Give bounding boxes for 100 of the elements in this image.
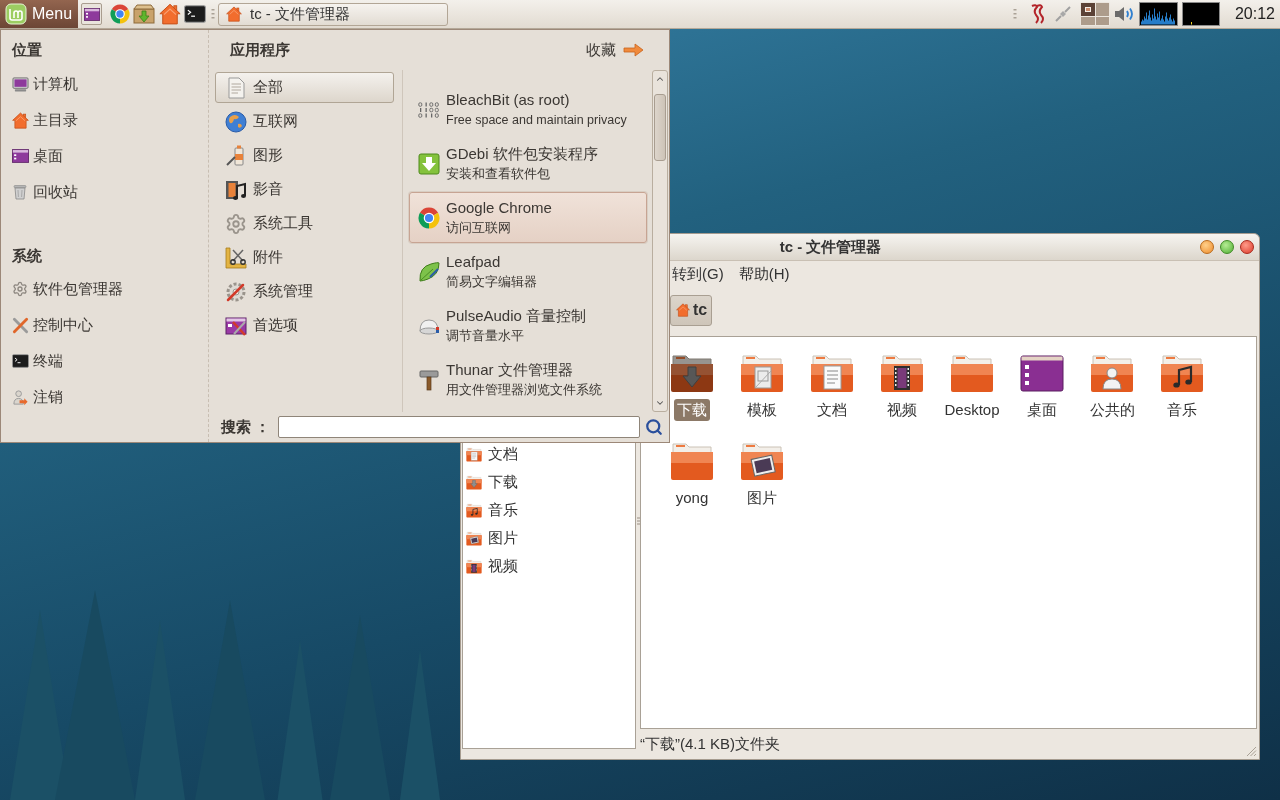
scroll-down-icon[interactable] [655, 398, 665, 408]
tools-icon[interactable] [11, 316, 29, 334]
window-icon[interactable] [11, 149, 29, 163]
maximize-button[interactable] [1220, 240, 1234, 254]
place-item[interactable]: 计算机 [12, 66, 208, 102]
file-label[interactable]: 图片 [744, 487, 780, 509]
network-load-graph[interactable] [1182, 2, 1220, 26]
home-icon [226, 6, 242, 22]
folder-icon[interactable] [670, 441, 714, 481]
section-heading: 系统 [12, 246, 43, 266]
section-heading: 位置 [12, 40, 43, 60]
window-icon [83, 7, 100, 21]
gear-icon [225, 212, 247, 235]
window-title: tc - 文件管理器 [778, 236, 883, 257]
resize-grip-icon[interactable] [1246, 746, 1257, 757]
splitter-grip-icon[interactable] [636, 517, 640, 525]
ruler-scissors-icon [225, 246, 247, 269]
search-field[interactable] [278, 416, 640, 438]
file-label[interactable]: 桌面 [1024, 399, 1060, 421]
drag-handle-icon [1013, 8, 1017, 20]
category-item[interactable]: 系统工具 [215, 208, 394, 239]
document-folder-icon [466, 446, 482, 462]
place-item[interactable]: 回收站 [12, 174, 208, 210]
home-icon[interactable] [159, 3, 181, 25]
package-icon[interactable] [133, 4, 155, 24]
place-item[interactable]: 注销 [12, 379, 208, 415]
template-folder-icon[interactable] [740, 353, 784, 393]
computer-icon[interactable] [11, 76, 29, 92]
place-item[interactable]: 桌面 [12, 138, 208, 174]
path-button[interactable]: tc [670, 294, 712, 326]
file-label[interactable]: Desktop [941, 399, 1003, 421]
menu-item[interactable]: 转到(G) [672, 263, 724, 286]
app-item[interactable]: Thunar 文件管理器 用文件管理器浏览文件系统 [409, 354, 647, 405]
app-item[interactable]: GDebi 软件包安装程序 安装和查看软件包 [409, 138, 647, 189]
app-item[interactable]: Google Chrome 访问互联网 [409, 192, 647, 243]
file-label[interactable]: 文档 [814, 399, 850, 421]
search-icon[interactable] [645, 418, 663, 436]
place-item[interactable]: 终端 [12, 343, 208, 379]
category-item[interactable]: 附件 [215, 242, 394, 273]
logout-icon[interactable] [11, 388, 29, 406]
person-folder-icon[interactable] [1090, 353, 1134, 393]
app-item[interactable]: PulseAudio 音量控制 调节音量水平 [409, 300, 647, 351]
browser-icon[interactable] [110, 4, 130, 24]
picture-folder-icon [466, 530, 482, 546]
menu-button[interactable]: Menu [0, 0, 78, 28]
scrollbar[interactable] [652, 70, 668, 412]
category-item[interactable]: 全部 [215, 72, 394, 103]
workspace-button[interactable] [1081, 3, 1095, 16]
category-item[interactable]: 首选项 [215, 310, 394, 341]
file-label[interactable]: 模板 [744, 399, 780, 421]
cpu-load-graph[interactable] [1139, 2, 1178, 26]
film-music-icon [225, 178, 247, 201]
gear-screwdriver-icon [225, 280, 247, 303]
brush-icon [225, 144, 247, 167]
file-label[interactable]: yong [672, 487, 712, 509]
download-folder-icon [466, 474, 482, 490]
file-label[interactable]: 音乐 [1164, 399, 1200, 421]
window-tile-icon[interactable] [1020, 353, 1064, 393]
scroll-up-icon[interactable] [655, 74, 665, 84]
leaf-icon [418, 260, 440, 283]
file-label[interactable]: 下载 [674, 399, 710, 421]
sidebar-item[interactable]: 音乐 [466, 496, 635, 524]
document-folder-icon[interactable] [810, 353, 854, 393]
sidebar-item[interactable]: 图片 [466, 524, 635, 552]
app-item[interactable]: Leafpad 简易文字编辑器 [409, 246, 647, 297]
film-folder-icon[interactable] [880, 353, 924, 393]
scrollbar-thumb[interactable] [654, 94, 666, 161]
terminal-icon[interactable] [11, 354, 29, 368]
show-desktop-button[interactable] [81, 3, 102, 25]
place-item[interactable]: 控制中心 [12, 307, 208, 343]
plug-icon[interactable] [1054, 5, 1072, 23]
window-thumbnail-icon [1084, 7, 1091, 12]
picture-folder-icon[interactable] [740, 441, 784, 481]
hammer-icon [418, 368, 440, 391]
trash-icon[interactable] [13, 184, 27, 200]
taskbar-button[interactable]: tc - 文件管理器 [218, 2, 448, 26]
favorites-button[interactable]: 收藏 [586, 38, 644, 62]
terminal-icon[interactable] [184, 5, 206, 23]
speaker-icon[interactable] [1113, 5, 1135, 23]
window-tools-icon [225, 314, 247, 337]
place-item[interactable]: 软件包管理器 [12, 271, 208, 307]
file-label[interactable]: 公共的 [1086, 399, 1138, 421]
category-item[interactable]: 影音 [215, 174, 394, 205]
sidebar-item[interactable]: 视频 [466, 552, 635, 580]
clock[interactable]: 20:12 [1220, 2, 1280, 26]
home-icon[interactable] [11, 111, 29, 129]
category-item[interactable]: 互联网 [215, 106, 394, 137]
file-label[interactable]: 视频 [884, 399, 920, 421]
music-folder-icon[interactable] [1160, 353, 1204, 393]
gear-icon[interactable] [12, 281, 28, 297]
sidebar-item[interactable]: 下载 [466, 468, 635, 496]
place-item[interactable]: 主目录 [12, 102, 208, 138]
minimize-button[interactable] [1200, 240, 1214, 254]
category-item[interactable]: 系统管理 [215, 276, 394, 307]
menu-item[interactable]: 帮助(H) [738, 263, 790, 286]
download-folder-icon[interactable] [670, 353, 714, 393]
folder-icon[interactable] [950, 353, 994, 393]
app-item[interactable]: BleachBit (as root) Free space and maintain privacy [409, 84, 647, 135]
close-button[interactable] [1240, 240, 1254, 254]
category-item[interactable]: 图形 [215, 140, 394, 171]
